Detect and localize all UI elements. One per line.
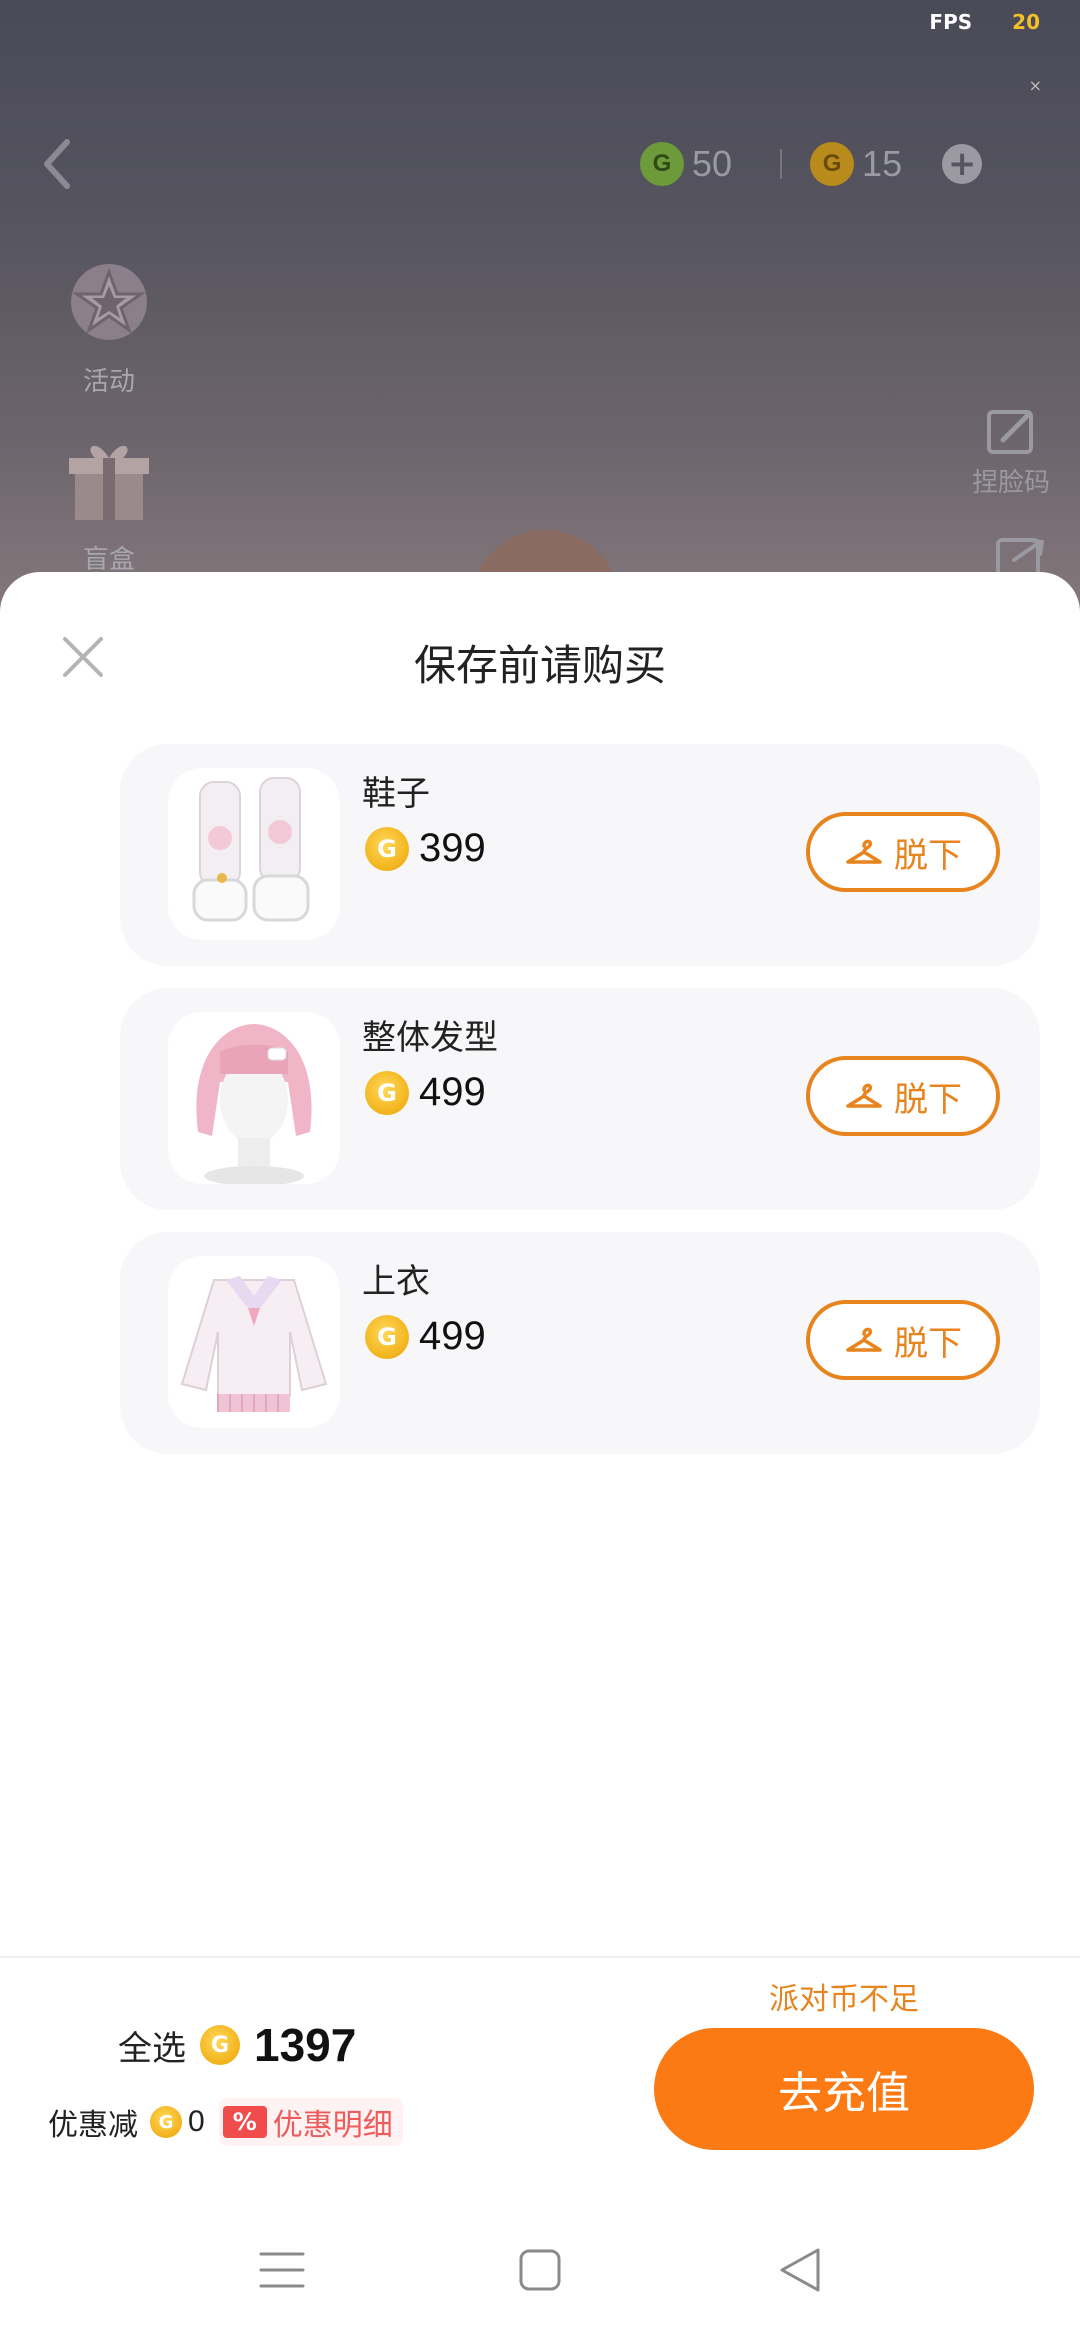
- overlay-close-icon[interactable]: ×: [1029, 76, 1042, 95]
- remove-label: 脱下: [894, 1079, 962, 1120]
- select-all-label: 全选: [118, 2028, 186, 2069]
- discount-label: 优惠减: [48, 2108, 138, 2143]
- item-price-value: 399: [419, 826, 486, 870]
- gold-coin-icon: G: [200, 2025, 240, 2065]
- gold-coin-icon: G: [365, 1070, 409, 1115]
- activity-entry[interactable]: 活动: [54, 250, 164, 398]
- gold-coin-icon: G: [365, 1314, 409, 1359]
- system-nav-bar: [0, 2210, 1080, 2320]
- hanger-icon: [846, 1327, 882, 1352]
- gold-coin-icon: G: [365, 826, 409, 871]
- discount-detail-link[interactable]: % 优惠明细: [218, 2098, 403, 2146]
- fps-label: FPS: [929, 10, 973, 34]
- item-name: 鞋子: [362, 774, 430, 814]
- blind-box-label: 盲盒: [82, 545, 135, 575]
- back-triangle-icon: [780, 2248, 820, 2292]
- gold-currency: G 15: [810, 142, 902, 186]
- activity-label: 活动: [82, 367, 135, 397]
- item-card-hair[interactable]: 整体发型 G 499 脱下: [120, 988, 1040, 1210]
- item-price: G 499: [365, 1314, 486, 1359]
- home-square-icon: [519, 2249, 561, 2291]
- face-code-label: 捏脸码: [971, 468, 1050, 498]
- discount-value: 0: [188, 2105, 205, 2138]
- item-thumbnail: [168, 1256, 340, 1428]
- blind-box-entry[interactable]: 盲盒: [54, 428, 164, 576]
- gift-box-icon: [69, 445, 149, 520]
- green-currency: G 50: [640, 142, 732, 186]
- remove-label: 脱下: [894, 835, 962, 876]
- star-badge-icon: [71, 264, 147, 340]
- discount-row: 优惠减 G 0 % 优惠明细: [48, 2098, 403, 2146]
- recharge-button[interactable]: 去充值: [654, 2028, 1034, 2150]
- discount-detail-label: 优惠明细: [272, 2108, 393, 2143]
- menu-icon: [259, 2252, 305, 2288]
- edit-square-icon: [986, 410, 1033, 454]
- remove-button[interactable]: 脱下: [806, 812, 1000, 892]
- item-thumbnail: [168, 768, 340, 940]
- insufficient-funds-notice: 派对币不足: [769, 1982, 919, 2017]
- item-price: G 499: [365, 1070, 486, 1115]
- item-card-shoes[interactable]: 鞋子 G 399 脱下: [120, 744, 1040, 966]
- item-thumbnail: [168, 1012, 340, 1184]
- item-name: 上衣: [362, 1262, 430, 1302]
- currency-divider: [780, 149, 783, 179]
- item-price-value: 499: [419, 1070, 486, 1114]
- face-code-entry[interactable]: 捏脸码: [972, 404, 1050, 499]
- fps-value: 20: [1012, 10, 1040, 34]
- chevron-left-icon: [44, 139, 70, 189]
- footer-divider: [0, 1956, 1080, 1958]
- menu-nav-button[interactable]: [252, 2240, 312, 2300]
- fps-counter: FPS 20: [929, 10, 1040, 34]
- remove-label: 脱下: [894, 1323, 962, 1364]
- back-nav-button[interactable]: [770, 2240, 830, 2300]
- hairstyle-image: [196, 1024, 312, 1184]
- select-all-row[interactable]: 全选 G 1397: [118, 2018, 356, 2072]
- gold-currency-amount: 15: [862, 143, 903, 184]
- home-nav-button[interactable]: [510, 2240, 570, 2300]
- sheet-title: 保存前请购买: [413, 641, 666, 690]
- remove-button[interactable]: 脱下: [806, 1300, 1000, 1380]
- shoes-image: [192, 777, 310, 922]
- game-background: FPS 20 × G 50 G 15 + 活动 盲盒 捏脸码: [0, 0, 1080, 650]
- hanger-icon: [846, 839, 882, 864]
- gold-coin-icon: G: [810, 142, 855, 186]
- back-button[interactable]: [36, 134, 76, 194]
- currency-bar: G 50 G 15 +: [640, 136, 1060, 192]
- item-card-top[interactable]: 上衣 G 499 脱下: [120, 1232, 1040, 1454]
- hanger-icon: [846, 1083, 882, 1108]
- green-currency-amount: 50: [692, 143, 733, 184]
- item-name: 整体发型: [362, 1018, 498, 1058]
- top-image: [180, 1276, 328, 1412]
- add-currency-button[interactable]: +: [942, 144, 983, 184]
- remove-button[interactable]: 脱下: [806, 1056, 1000, 1136]
- percent-badge-icon: %: [222, 2106, 267, 2138]
- total-price: 1397: [254, 2019, 357, 2071]
- gold-coin-icon: G: [150, 2106, 182, 2138]
- item-price-value: 499: [419, 1314, 486, 1358]
- green-coin-icon: G: [640, 142, 684, 186]
- item-price: G 399: [365, 826, 486, 871]
